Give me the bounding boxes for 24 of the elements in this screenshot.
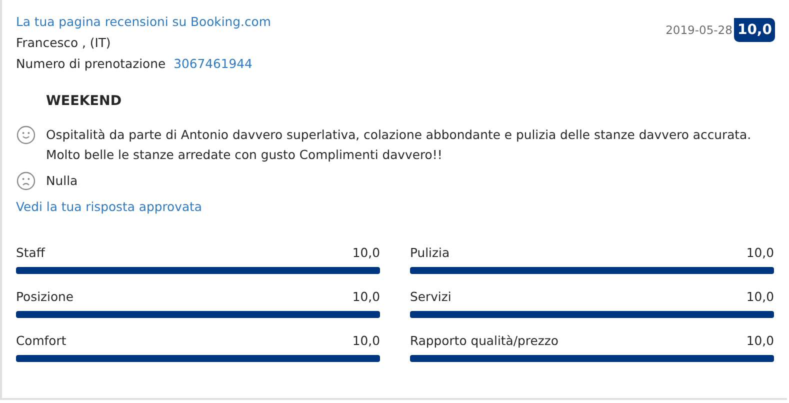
- review-title: WEEKEND: [46, 93, 123, 109]
- score-value: 10,0: [746, 244, 774, 261]
- score-label: Staff: [16, 244, 45, 261]
- review-page-link[interactable]: La tua pagina recensioni su Booking.com: [16, 12, 271, 31]
- comment-text: Ospitalità da parte di Antonio davvero superlativa, colazione abbondante e pulizia delle stanze davvero accurata. Molto belle le stanze arredate con gusto Complimenti davvero!!: [46, 126, 752, 164]
- score-label: Rapporto qualità/prezzo: [410, 332, 558, 349]
- booking-number-label: Numero di prenotazione: [16, 55, 166, 73]
- score-value: 10,0: [746, 288, 774, 305]
- sad-face-icon: [16, 171, 36, 191]
- review-date: 2019-05-28: [666, 23, 732, 37]
- score-label: Servizi: [410, 288, 452, 305]
- booking-number-link[interactable]: 3067461944: [174, 54, 252, 73]
- score-label: Pulizia: [410, 244, 450, 261]
- score-badge: 10,0: [734, 18, 775, 42]
- score-label: Posizione: [16, 288, 74, 305]
- smiley-icon: [16, 125, 36, 145]
- score-value: 10,0: [352, 244, 380, 261]
- score-value: 10,0: [352, 332, 380, 349]
- score-value: 10,0: [746, 332, 774, 349]
- score-value: 10,0: [352, 288, 380, 305]
- approved-response-link[interactable]: Vedi la tua risposta approvata: [16, 199, 202, 214]
- comment-text: Nulla: [46, 172, 78, 190]
- guest-name: Francesco , (IT): [16, 34, 112, 52]
- score-label: Comfort: [16, 332, 66, 349]
